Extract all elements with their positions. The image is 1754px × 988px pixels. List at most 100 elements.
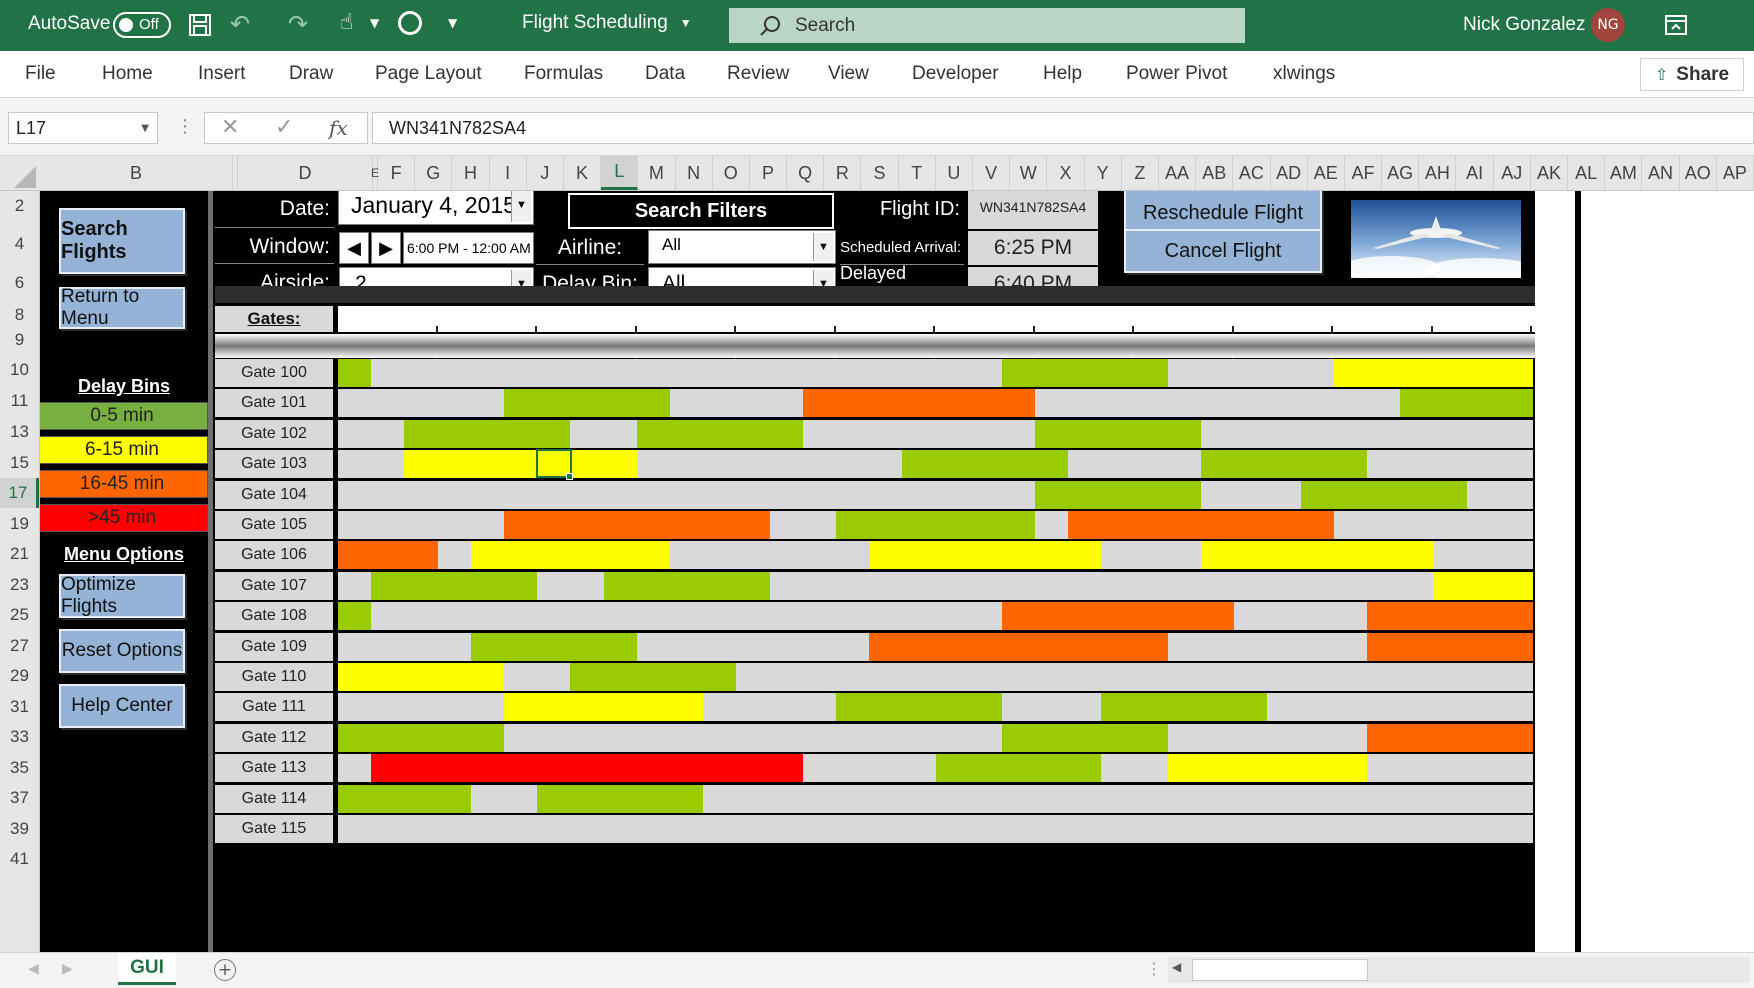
optimize-flights-button[interactable]: Optimize Flights: [59, 574, 185, 618]
flight-bar[interactable]: [1400, 389, 1533, 418]
customize-toolbar-icon[interactable]: ▼: [448, 16, 457, 30]
scroll-tabs-left-icon[interactable]: ◀: [28, 961, 39, 977]
flight-bar[interactable]: [537, 784, 704, 813]
tab-developer[interactable]: Developer: [912, 63, 999, 85]
row-header-2[interactable]: 2: [0, 191, 39, 221]
row-header-35[interactable]: 35: [0, 753, 39, 783]
tab-review[interactable]: Review: [727, 63, 789, 85]
row-header-41[interactable]: 41: [0, 844, 39, 874]
col-header-v[interactable]: V: [973, 156, 1011, 190]
gate-lane[interactable]: [338, 450, 1533, 479]
tab-home[interactable]: Home: [102, 63, 153, 85]
row-header-37[interactable]: 37: [0, 783, 39, 813]
row-header-39[interactable]: 39: [0, 814, 39, 844]
flight-bar[interactable]: [1333, 359, 1533, 387]
row-header-6[interactable]: 6: [0, 268, 39, 298]
workbook-name-dropdown[interactable]: Flight Scheduling ▼: [522, 12, 692, 34]
col-header-y[interactable]: Y: [1085, 156, 1122, 190]
cancel-entry-icon[interactable]: ✕: [221, 115, 239, 140]
col-header-ai[interactable]: AI: [1456, 156, 1494, 190]
col-header-aa[interactable]: AA: [1159, 156, 1197, 190]
flight-bar[interactable]: [470, 632, 637, 661]
select-all-icon[interactable]: [14, 166, 36, 188]
col-header-m[interactable]: M: [638, 156, 676, 190]
gate-lane[interactable]: [338, 359, 1533, 387]
gate-lane[interactable]: [338, 663, 1533, 691]
name-box[interactable]: L17 ▼: [8, 112, 158, 144]
col-header-x[interactable]: X: [1047, 156, 1085, 190]
col-header-p[interactable]: P: [750, 156, 788, 190]
flight-bar[interactable]: [1300, 480, 1467, 509]
row-header-19[interactable]: 19: [0, 509, 39, 539]
airline-dropdown[interactable]: All ▼: [648, 230, 836, 264]
col-header-l[interactable]: L: [601, 156, 639, 190]
flight-bar[interactable]: [338, 784, 471, 813]
flight-bar[interactable]: [338, 541, 438, 570]
fill-handle[interactable]: [566, 473, 573, 480]
col-header-ac[interactable]: AC: [1233, 156, 1271, 190]
gate-lane[interactable]: [338, 723, 1533, 752]
col-header-ap[interactable]: AP: [1717, 156, 1754, 190]
tab-formulas[interactable]: Formulas: [524, 63, 603, 85]
gate-lane[interactable]: [338, 389, 1533, 418]
flight-bar[interactable]: [338, 723, 504, 752]
row-header-11[interactable]: 11: [0, 386, 39, 416]
flight-bar[interactable]: [1367, 602, 1533, 631]
col-header-w[interactable]: W: [1010, 156, 1048, 190]
flight-bar[interactable]: [470, 541, 670, 570]
tab-data[interactable]: Data: [645, 63, 685, 85]
gate-lane[interactable]: [338, 784, 1533, 813]
ribbon-display-options-icon[interactable]: [1665, 15, 1687, 35]
col-header-h[interactable]: H: [452, 156, 490, 190]
delay-bin-16-45[interactable]: 16-45 min: [40, 470, 208, 498]
col-header-r[interactable]: R: [824, 156, 862, 190]
gate-lane[interactable]: [338, 571, 1533, 600]
record-icon[interactable]: [398, 11, 422, 35]
row-header-23[interactable]: 23: [0, 570, 39, 600]
col-header-q[interactable]: Q: [787, 156, 825, 190]
undo-icon[interactable]: ↶: [230, 10, 250, 38]
window-next-button[interactable]: ▶: [371, 232, 401, 264]
autosave-toggle[interactable]: Off: [113, 12, 171, 38]
row-header-25[interactable]: 25: [0, 600, 39, 630]
col-header-f[interactable]: F: [378, 156, 416, 190]
col-header-j[interactable]: J: [527, 156, 564, 190]
tab-help[interactable]: Help: [1043, 63, 1082, 85]
flight-bar[interactable]: [503, 389, 670, 418]
row-header-27[interactable]: 27: [0, 631, 39, 661]
col-header-am[interactable]: AM: [1605, 156, 1643, 190]
flight-bar[interactable]: [503, 693, 704, 722]
col-header-al[interactable]: AL: [1568, 156, 1606, 190]
row-header-4[interactable]: 4: [0, 229, 39, 259]
flight-bar[interactable]: [869, 632, 1168, 661]
redo-icon[interactable]: ↷: [288, 10, 308, 38]
gate-lane[interactable]: [338, 511, 1533, 539]
col-header-s[interactable]: S: [861, 156, 899, 190]
col-header-g[interactable]: G: [415, 156, 453, 190]
tab-power-pivot[interactable]: Power Pivot: [1126, 63, 1227, 85]
gate-lane[interactable]: [338, 480, 1533, 509]
save-icon[interactable]: [188, 13, 212, 37]
add-sheet-icon[interactable]: +: [214, 959, 236, 981]
flight-bar[interactable]: [570, 663, 737, 691]
col-header-z[interactable]: Z: [1122, 156, 1159, 190]
col-header-ae[interactable]: AE: [1308, 156, 1345, 190]
tab-insert[interactable]: Insert: [198, 63, 246, 85]
touch-mode-icon[interactable]: ☝: [340, 10, 353, 35]
help-center-button[interactable]: Help Center: [59, 684, 185, 728]
col-header-d[interactable]: D: [238, 156, 373, 190]
flight-bar[interactable]: [869, 541, 1102, 570]
col-header-ao[interactable]: AO: [1680, 156, 1717, 190]
col-header-ad[interactable]: AD: [1271, 156, 1308, 190]
row-header-21[interactable]: 21: [0, 539, 39, 569]
flight-bar[interactable]: [1001, 602, 1235, 631]
gate-lane[interactable]: [338, 632, 1533, 661]
row-header-9[interactable]: 9: [0, 326, 39, 353]
delay-bin-0-5[interactable]: 0-5 min: [40, 402, 208, 430]
flight-bar[interactable]: [1101, 693, 1268, 722]
col-header-o[interactable]: O: [713, 156, 750, 190]
row-header-29[interactable]: 29: [0, 661, 39, 691]
tab-file[interactable]: File: [25, 63, 56, 85]
flight-bar[interactable]: [371, 754, 803, 783]
row-header-8[interactable]: 8: [0, 304, 39, 326]
